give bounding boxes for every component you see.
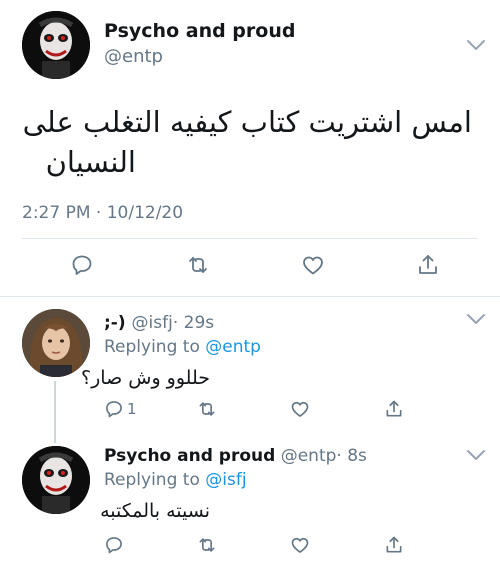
chevron-down-icon[interactable] (465, 38, 487, 52)
reply-count: 1 (127, 400, 137, 418)
thread-line (54, 381, 56, 443)
author-name[interactable]: Psycho and proud (104, 20, 295, 42)
author-handle[interactable]: @entp (104, 46, 163, 67)
share-icon[interactable] (384, 535, 404, 555)
avatar[interactable] (22, 309, 90, 377)
author-name[interactable]: Psycho and proud (104, 446, 275, 466)
like-icon[interactable] (290, 399, 310, 419)
reply-icon[interactable] (104, 399, 124, 419)
like-icon[interactable] (290, 535, 310, 555)
author-name[interactable]: ;-) (104, 313, 132, 333)
reply-text: حللوو وش صار؟ (81, 367, 210, 389)
chevron-down-icon[interactable] (465, 312, 487, 326)
share-icon[interactable] (416, 253, 440, 277)
reply-icon[interactable] (70, 253, 94, 277)
retweet-icon[interactable] (186, 253, 210, 277)
author-handle[interactable]: @entp (281, 446, 337, 466)
replying-to-link[interactable]: @entp (205, 337, 261, 357)
author-handle[interactable]: @isfj (132, 313, 173, 333)
like-icon[interactable] (301, 253, 325, 277)
tweet-timestamp[interactable]: 2:27 PM · 10/12/20 (22, 203, 183, 223)
avatar[interactable] (22, 446, 90, 514)
retweet-icon[interactable] (197, 535, 217, 555)
chevron-down-icon[interactable] (465, 448, 487, 462)
divider (22, 238, 478, 239)
avatar[interactable] (22, 11, 90, 79)
replying-to-link[interactable]: @isfj (205, 470, 246, 490)
reply-time[interactable]: · 8s (336, 446, 366, 466)
reply-icon[interactable] (104, 535, 124, 555)
divider (0, 296, 500, 297)
tweet-text-line-2: النسيان (45, 145, 136, 179)
replying-to-label: Replying to (104, 337, 200, 357)
tweet-text-line-1: امس اشتريت كتاب كيفيه التغلب على (22, 105, 472, 139)
share-icon[interactable] (384, 399, 404, 419)
reply-time[interactable]: · 29s (173, 313, 214, 333)
retweet-icon[interactable] (197, 399, 217, 419)
replying-to-label: Replying to (104, 470, 200, 490)
reply-text: نسيته بالمكتبه (100, 500, 210, 522)
